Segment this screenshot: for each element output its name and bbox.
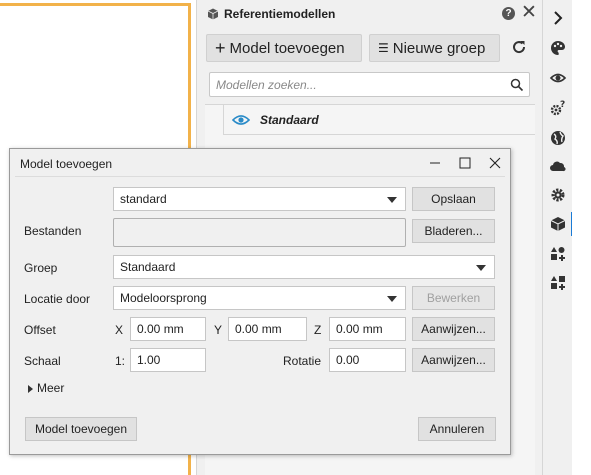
files-field[interactable] [113, 218, 406, 247]
offset-x-input[interactable]: 0.00 mm [130, 317, 206, 341]
shapes-add-icon[interactable] [543, 240, 573, 268]
chevron-down-icon [476, 265, 486, 271]
eye-icon[interactable] [232, 114, 250, 126]
panel-title: Referentiemodellen [224, 7, 336, 21]
location-select[interactable]: Modeloorsprong [113, 286, 406, 310]
group-label: Groep [24, 261, 58, 275]
add-model-label: Model toevoegen [229, 39, 345, 57]
help-settings-icon[interactable]: ? [543, 94, 573, 122]
source-select[interactable]: standard [113, 187, 406, 211]
cloud-icon[interactable] [543, 152, 573, 180]
rotation-label: Rotatie [283, 354, 322, 368]
pick-offset-button[interactable]: Aanwijzen... [412, 317, 495, 341]
svg-text:?: ? [560, 100, 565, 110]
more-label: Meer [37, 381, 65, 395]
maximize-icon[interactable] [454, 152, 476, 174]
save-button[interactable]: Opslaan [412, 187, 495, 211]
window-edge [572, 0, 591, 475]
add-model-dialog: Model toevoegen standard Opslaan Bestand… [9, 148, 511, 455]
plus-icon: + [215, 37, 226, 58]
chevron-right-icon [28, 384, 33, 393]
tree-item-standaard[interactable]: Standaard [223, 105, 535, 135]
chevron-down-icon [387, 296, 397, 302]
new-group-label: Nieuwe groep [392, 39, 486, 57]
refresh-icon[interactable] [510, 38, 528, 56]
cancel-button[interactable]: Annuleren [418, 417, 496, 441]
close-icon[interactable] [484, 152, 506, 174]
group-select[interactable]: Standaard [113, 255, 495, 279]
globe-icon[interactable] [543, 124, 573, 152]
expand-chevron-icon[interactable] [543, 4, 573, 32]
panel-close-icon[interactable]: ✕ [521, 2, 537, 24]
eye-settings-icon[interactable] [543, 64, 573, 92]
minimize-icon[interactable] [424, 152, 446, 174]
shapes-add-icon-2[interactable] [543, 269, 573, 297]
offset-z-prefix: Z [314, 323, 322, 337]
dialog-body: standard Opslaan Bestanden Bladeren... G… [15, 176, 505, 449]
side-toolbar: ? [542, 0, 574, 475]
group-value: Standaard [120, 260, 176, 274]
model-search-input[interactable]: Modellen zoeken... [209, 72, 530, 97]
tree-item-label: Standaard [260, 112, 319, 127]
edit-button: Bewerken [412, 286, 495, 310]
search-icon[interactable] [510, 78, 524, 92]
list-icon: ☰ [378, 41, 389, 55]
dialog-title: Model toevoegen [20, 157, 113, 171]
offset-y-input[interactable]: 0.00 mm [228, 317, 307, 341]
cube-tool-icon[interactable] [543, 210, 574, 238]
search-placeholder: Modellen zoeken... [216, 78, 317, 92]
scale-prefix: 1: [115, 354, 126, 368]
files-label: Bestanden [24, 224, 82, 238]
offset-z-input[interactable]: 0.00 mm [329, 317, 406, 341]
rotation-input[interactable]: 0.00 [329, 348, 406, 372]
add-model-confirm-button[interactable]: Model toevoegen [25, 417, 137, 441]
more-toggle[interactable]: Meer [28, 381, 64, 395]
gear-icon[interactable] [543, 181, 573, 209]
pick-rotation-button[interactable]: Aanwijzen... [412, 348, 495, 372]
offset-label: Offset [24, 323, 56, 337]
browse-button[interactable]: Bladeren... [412, 219, 495, 243]
location-label: Locatie door [24, 292, 91, 306]
scale-input[interactable]: 1.00 [130, 348, 206, 372]
scale-label: Schaal [24, 354, 61, 368]
add-model-button[interactable]: + Model toevoegen [206, 34, 362, 62]
chevron-down-icon [387, 197, 397, 203]
offset-x-prefix: X [115, 323, 124, 337]
panel-header: Referentiemodellen [197, 0, 543, 28]
source-value: standard [120, 192, 167, 206]
location-value: Modeloorsprong [120, 291, 207, 305]
offset-y-prefix: Y [214, 323, 223, 337]
palette-icon[interactable] [543, 34, 573, 62]
new-group-button[interactable]: ☰ Nieuwe groep [369, 34, 500, 62]
help-icon[interactable]: ? [502, 7, 515, 20]
cube-icon [207, 8, 219, 20]
